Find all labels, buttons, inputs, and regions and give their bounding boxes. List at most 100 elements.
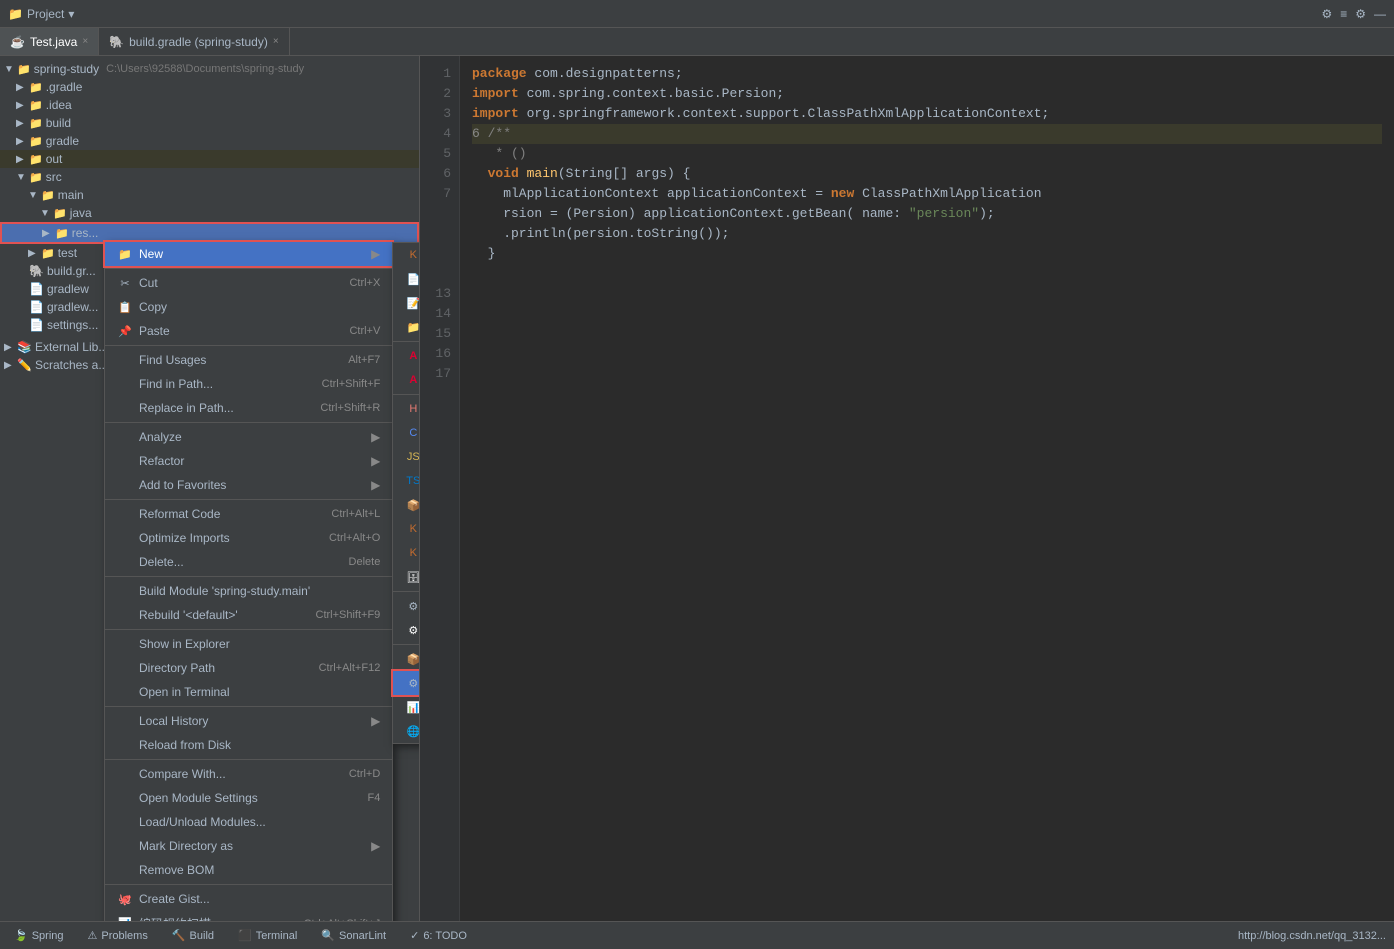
bottom-tab-problems[interactable]: ⚠ Problems	[82, 922, 154, 949]
context-menu-rebuild[interactable]: Rebuild '<default>' Ctrl+Shift+F9	[105, 603, 392, 627]
code-text[interactable]: package com.designpatterns; import com.s…	[460, 56, 1394, 921]
tree-gradle-dir[interactable]: ▶ 📁 .gradle	[0, 78, 419, 96]
ctx-divider1	[105, 268, 392, 269]
divider4	[393, 644, 420, 645]
cut-icon: ✂	[117, 275, 133, 291]
submenu-stylesheet[interactable]: C Stylesheet	[393, 421, 420, 445]
tree-idea-dir[interactable]: ▶ 📁 .idea	[0, 96, 419, 114]
context-menu-find-usages[interactable]: Find Usages Alt+F7	[105, 348, 392, 372]
context-menu-show-explorer[interactable]: Show in Explorer	[105, 632, 392, 656]
context-menu-open-terminal[interactable]: Open in Terminal	[105, 680, 392, 704]
tree-src-dir[interactable]: ▼ 📁 src	[0, 168, 419, 186]
resource-bundle-icon: 📦	[405, 651, 420, 667]
context-menu-paste[interactable]: 📌 Paste Ctrl+V	[105, 319, 392, 343]
context-menu-new[interactable]: 📁 New ▶ K Kotlin File/Class 📄 File 📝	[105, 242, 392, 266]
context-menu-build[interactable]: Build Module 'spring-study.main'	[105, 579, 392, 603]
context-menu-open-module[interactable]: Open Module Settings F4	[105, 786, 392, 810]
idea-folder-icon: 📁	[29, 99, 43, 112]
tree-java-dir[interactable]: ▼ 📁 java	[0, 204, 419, 222]
gradle-icon: 🐘	[109, 35, 124, 49]
project-panel: ▼ 📁 spring-study C:\Users\92588\Document…	[0, 56, 420, 921]
angular-dep-icon: A	[405, 348, 420, 364]
submenu-http-request[interactable]: 🌐 HTTP Request	[393, 719, 420, 743]
divider	[393, 341, 420, 342]
bottom-tab-spring[interactable]: 🍃 Spring	[8, 922, 70, 949]
submenu-directory[interactable]: 📁 Directory	[393, 315, 420, 339]
context-menu-optimize[interactable]: Optimize Imports Ctrl+Alt+O	[105, 526, 392, 550]
tree-build-dir[interactable]: ▶ 📁 build	[0, 114, 419, 132]
ctx-divider7	[105, 706, 392, 707]
ctx-divider5	[105, 576, 392, 577]
submenu-html[interactable]: H HTML File	[393, 397, 420, 421]
context-menu-create-gist[interactable]: 🐙 Create Gist...	[105, 887, 392, 911]
project-label[interactable]: 📁 Project ▾	[8, 7, 74, 21]
submenu-angular-dep[interactable]: A Angular Dependency...	[393, 344, 420, 368]
java-folder-icon: 📁	[53, 207, 67, 220]
context-menu-remove-bom[interactable]: Remove BOM	[105, 858, 392, 882]
submenu-mybatis[interactable]: 🗄 MyBatisMapper	[393, 565, 420, 589]
tree-root[interactable]: ▼ 📁 spring-study C:\Users\92588\Document…	[0, 60, 419, 78]
context-menu-reload[interactable]: Reload from Disk	[105, 733, 392, 757]
todo-icon: ✓	[410, 929, 419, 942]
tree-main-dir[interactable]: ▼ 📁 main	[0, 186, 419, 204]
context-menu-local-history[interactable]: Local History ▶	[105, 709, 392, 733]
context-menu-add-favorites[interactable]: Add to Favorites ▶	[105, 473, 392, 497]
settings-icon[interactable]: ⚙	[1355, 7, 1366, 21]
root-label: spring-study	[34, 62, 99, 76]
js-icon: JS	[405, 449, 420, 465]
tab-test-java[interactable]: ☕ Test.java ×	[0, 28, 99, 55]
context-menu-replace-path[interactable]: Replace in Path... Ctrl+Shift+R	[105, 396, 392, 420]
gear-icon[interactable]: ⚙	[1321, 7, 1332, 21]
submenu-edit-templates[interactable]: ⚙ Edit File Templates...	[393, 594, 420, 618]
tree-gradle-sub[interactable]: ▶ 📁 gradle	[0, 132, 419, 150]
submenu-file[interactable]: 📄 File	[393, 267, 420, 291]
submenu-diagram[interactable]: 📊 Diagram	[393, 695, 420, 719]
tree-out-dir[interactable]: ▶ 📁 out	[0, 150, 419, 168]
context-menu-cut[interactable]: ✂ Cut Ctrl+X	[105, 271, 392, 295]
submenu-angular-schema[interactable]: A Angular Schematic...	[393, 368, 420, 392]
context-menu-dir-path[interactable]: Directory Path Ctrl+Alt+F12	[105, 656, 392, 680]
submenu-js[interactable]: JS JavaScript File	[393, 445, 420, 469]
submenu-xml-config[interactable]: ⚙ XML Configuration File ▶ 📄 JSP Tag Lib…	[393, 671, 420, 695]
submenu-kotlin-worksheet[interactable]: K Kotlin Worksheet	[393, 541, 420, 565]
src-folder-icon: 📁	[29, 171, 43, 184]
context-menu-delete[interactable]: Delete... Delete	[105, 550, 392, 574]
scratch-file-icon: 📝	[405, 295, 420, 311]
submenu-kotlin-file[interactable]: K Kotlin File/Class	[393, 243, 420, 267]
code-editor[interactable]: 1 2 3 4 5 6 7 13 14 15 16 17 package com…	[420, 56, 1394, 921]
submenu-ts[interactable]: TS TypeScript File	[393, 469, 420, 493]
context-menu-copy[interactable]: 📋 Copy	[105, 295, 392, 319]
tab-build-gradle[interactable]: 🐘 build.gradle (spring-study) ×	[99, 28, 290, 55]
bottom-tab-terminal[interactable]: ⬛ Terminal	[232, 922, 303, 949]
context-menu-analyze[interactable]: Analyze ▶	[105, 425, 392, 449]
tab-close-test-java[interactable]: ×	[82, 36, 88, 47]
gradle-folder-icon: 📁	[29, 81, 43, 94]
tab-close-build-gradle[interactable]: ×	[273, 36, 279, 47]
submenu-resource-bundle[interactable]: 📦 Resource Bundle	[393, 647, 420, 671]
bottom-tab-sonarlint[interactable]: 🔍 SonarLint	[315, 922, 392, 949]
ctx-divider3	[105, 422, 392, 423]
layout-icon[interactable]: ≡	[1340, 7, 1347, 21]
http-icon: 🌐	[405, 723, 420, 739]
status-url: http://blog.csdn.net/qq_3132...	[1238, 930, 1386, 942]
title-bar: 📁 Project ▾ ⚙ ≡ ⚙ —	[0, 0, 1394, 28]
submenu-editor-config[interactable]: ⚙ EditorConfig File	[393, 618, 420, 642]
bottom-tab-todo[interactable]: ✓ 6: TODO	[404, 922, 473, 949]
context-menu-compare[interactable]: Compare With... Ctrl+D	[105, 762, 392, 786]
scratch-icon: ✏️	[17, 358, 32, 372]
root-folder-icon: 📁	[17, 63, 31, 76]
context-menu-reformat[interactable]: Reformat Code Ctrl+Alt+L	[105, 502, 392, 526]
context-menu-refactor[interactable]: Refactor ▶	[105, 449, 392, 473]
settings-file-icon: 📄	[29, 318, 44, 332]
bottom-tab-build[interactable]: 🔨 Build	[166, 922, 220, 949]
context-menu-mark-dir[interactable]: Mark Directory as ▶	[105, 834, 392, 858]
file-icon: 📄	[29, 282, 44, 296]
minimize-icon[interactable]: —	[1374, 7, 1386, 21]
submenu-kotlin-script[interactable]: K Kotlin Script	[393, 517, 420, 541]
submenu-package-json[interactable]: 📦 package.json File	[393, 493, 420, 517]
submenu-scratch-file[interactable]: 📝 Scratch File Ctrl+Alt+Shift+Insert	[393, 291, 420, 315]
context-menu-find-path[interactable]: Find in Path... Ctrl+Shift+F	[105, 372, 392, 396]
context-menu-load-unload[interactable]: Load/Unload Modules...	[105, 810, 392, 834]
spring-bottom-icon: 🍃	[14, 929, 28, 942]
context-menu-encoding-scan[interactable]: 📊 编码规约扫描 Ctrl+Alt+Shift+J	[105, 911, 392, 921]
